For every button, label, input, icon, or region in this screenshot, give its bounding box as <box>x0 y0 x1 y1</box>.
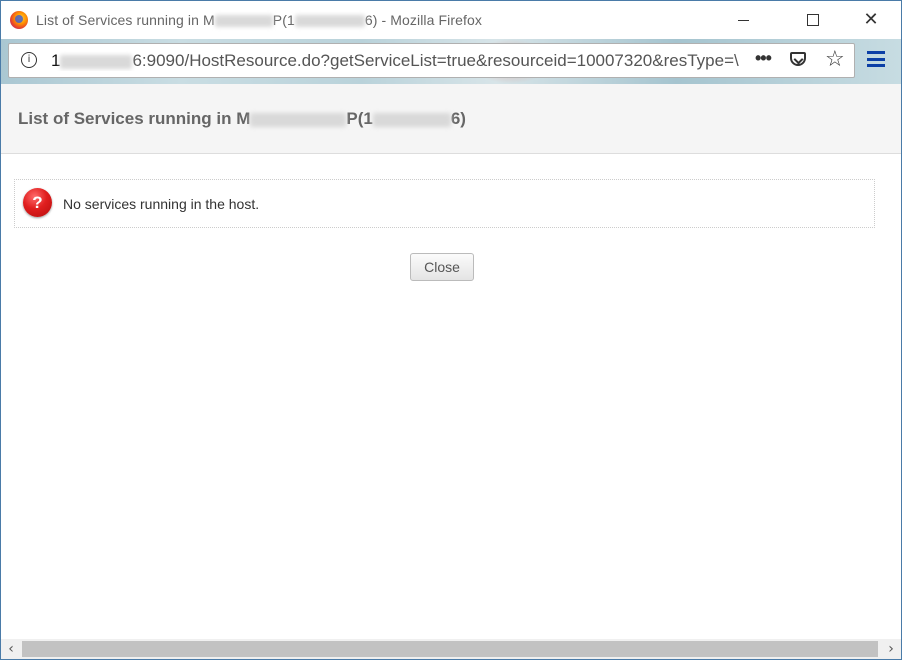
browser-window: List of Services running in M P(1 6) - Moz… <box>0 0 902 660</box>
redacted-text <box>250 112 347 127</box>
dialog-header: List of Services running in M P(1 6) <box>1 84 901 154</box>
window-close-button[interactable]: ✕ <box>848 1 894 39</box>
url-text[interactable]: 1 6:9090/HostResource.do?getServiceList=t… <box>51 51 751 71</box>
redacted-text <box>372 112 451 127</box>
pocket-icon[interactable] <box>790 52 806 66</box>
maximize-icon <box>807 14 819 26</box>
close-icon: ✕ <box>863 9 879 30</box>
dialog-title: List of Services running in M P(1 6) <box>18 109 466 128</box>
maximize-button[interactable] <box>790 1 836 39</box>
question-error-icon: ? <box>23 188 52 217</box>
minimize-button[interactable] <box>720 1 766 39</box>
redacted-text <box>294 15 365 28</box>
scroll-left-arrow-icon[interactable]: ‹ <box>1 639 21 659</box>
navigation-toolbar: i 1 6:9090/HostResource.do?getServiceList… <box>1 39 901 84</box>
close-button[interactable]: Close <box>410 253 474 281</box>
scrollbar-thumb[interactable] <box>22 641 878 657</box>
title-bar[interactable]: List of Services running in M P(1 6) - Moz… <box>1 1 901 39</box>
redacted-text <box>214 15 273 28</box>
horizontal-scrollbar[interactable]: ‹ › <box>1 639 901 659</box>
hamburger-menu-icon[interactable] <box>867 51 885 67</box>
scroll-right-arrow-icon[interactable]: › <box>881 639 901 659</box>
firefox-logo-icon <box>10 11 28 29</box>
redacted-text <box>60 54 133 69</box>
message-box: ? No services running in the host. <box>14 179 875 228</box>
more-actions-icon[interactable]: ••• <box>755 48 772 69</box>
url-bar[interactable]: i 1 6:9090/HostResource.do?getServiceList… <box>8 43 855 78</box>
info-icon[interactable]: i <box>21 52 37 68</box>
star-icon[interactable]: ☆ <box>825 47 845 72</box>
message-text: No services running in the host. <box>63 196 260 212</box>
minimize-icon <box>737 19 749 21</box>
window-title: List of Services running in M P(1 6) - Moz… <box>36 12 482 28</box>
